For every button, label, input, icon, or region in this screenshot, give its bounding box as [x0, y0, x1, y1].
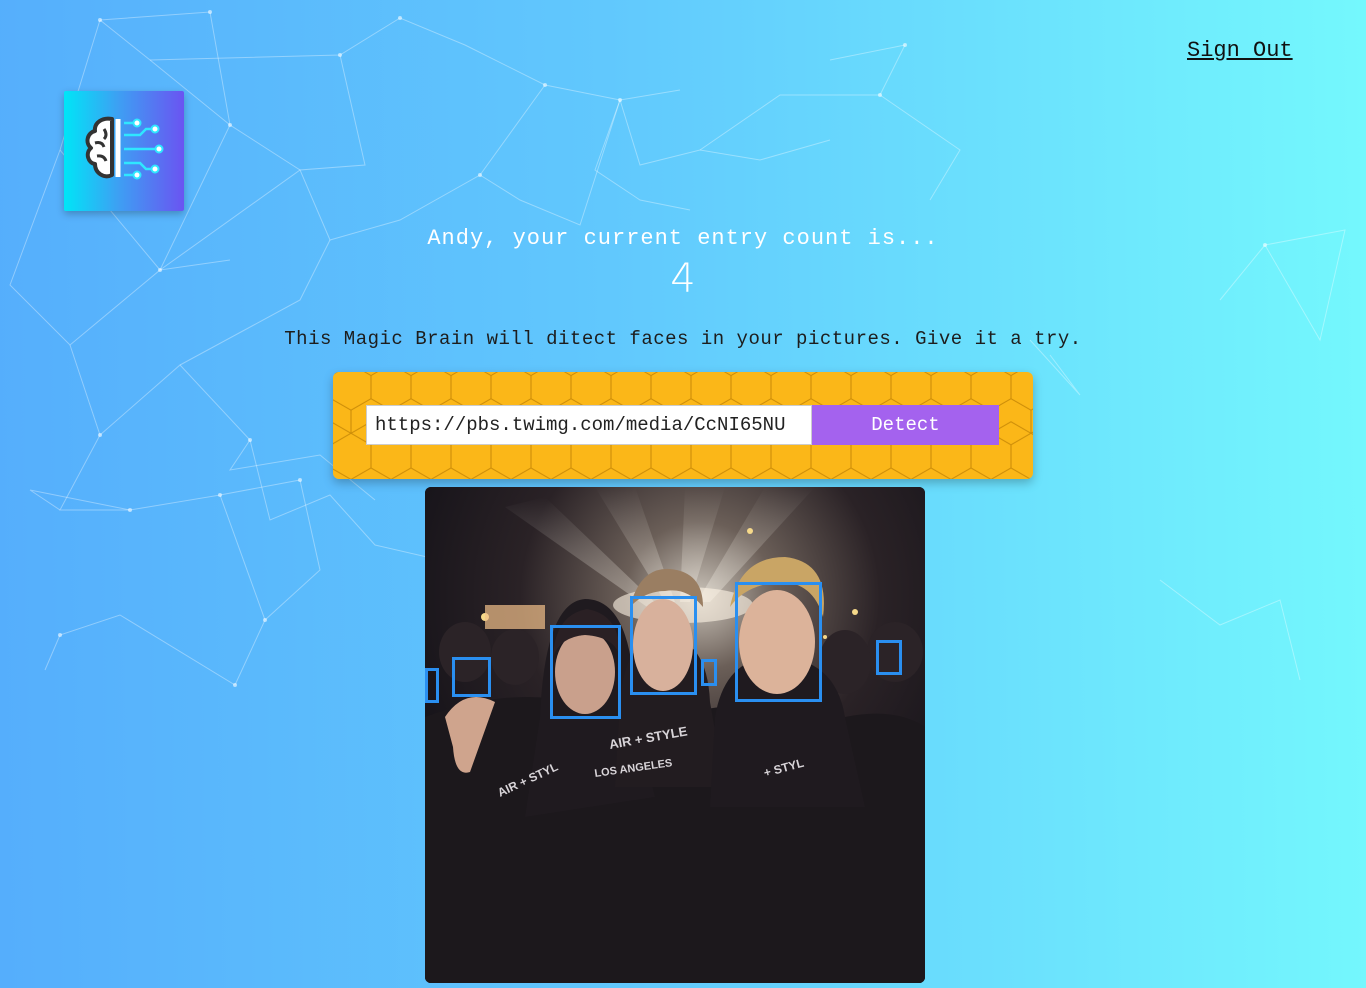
entry-count-message: Andy, your current entry count is...: [427, 226, 939, 251]
face-detection-image: AIR + STYLE LOS ANGELES AIR + STYL + STY…: [425, 487, 925, 983]
face-box: [701, 659, 717, 686]
face-box: [876, 640, 902, 675]
entry-count-value: 4: [670, 256, 696, 302]
brain-circuit-icon: [85, 116, 164, 180]
face-box: [630, 596, 697, 695]
face-box: [550, 625, 621, 719]
image-link-form: Detect: [333, 372, 1033, 479]
app-description: This Magic Brain will ditect faces in yo…: [284, 328, 1082, 350]
logo: [64, 91, 184, 211]
face-box: [735, 582, 822, 702]
concert-photo: AIR + STYLE LOS ANGELES AIR + STYL + STY…: [425, 487, 925, 983]
sign-out-link[interactable]: Sign Out: [1187, 38, 1293, 63]
face-box: [452, 657, 491, 697]
detect-button[interactable]: Detect: [812, 405, 999, 445]
face-box: [425, 668, 439, 703]
image-url-input[interactable]: [366, 405, 812, 445]
